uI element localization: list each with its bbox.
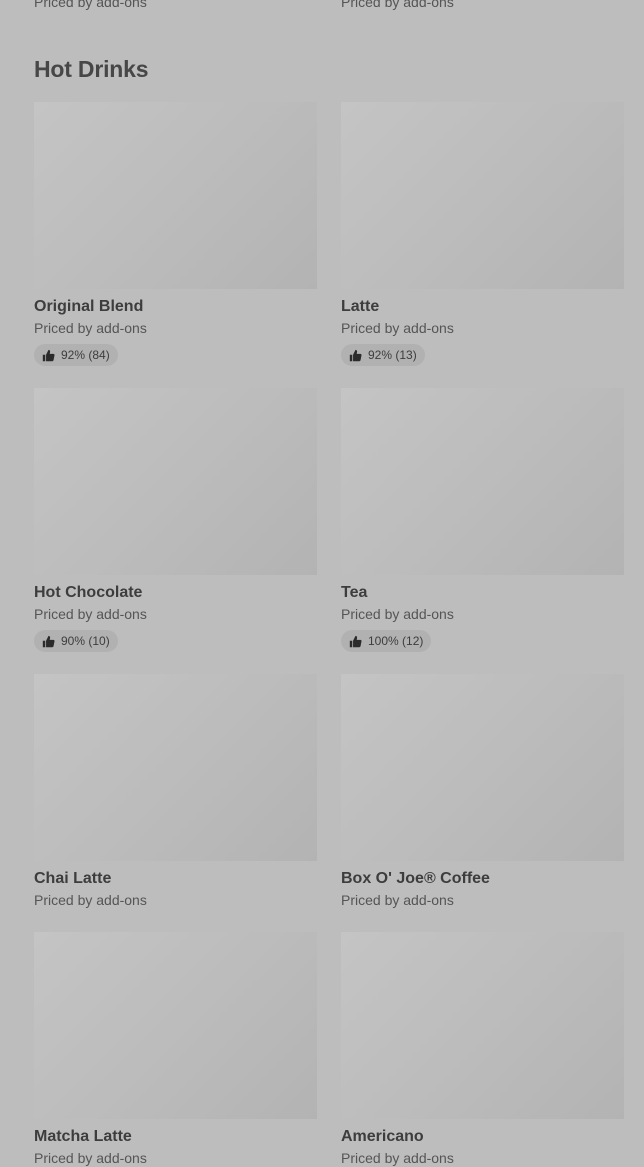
- item-image: [34, 932, 317, 1119]
- rating-text: 92% (13): [368, 348, 417, 362]
- section-title: Hot Drinks: [34, 56, 149, 82]
- item-price: Priced by add-ons: [34, 1150, 147, 1166]
- item-name: Matcha Latte: [34, 1128, 132, 1145]
- menu-item-card[interactable]: Original Blend Priced by add-ons 92% (84…: [34, 102, 317, 367]
- item-price: Priced by add-ons: [34, 320, 147, 336]
- thumbs-up-icon: [349, 635, 362, 647]
- rating-badge: 90% (10): [34, 630, 118, 652]
- rating-badge: 100% (12): [341, 630, 432, 652]
- item-name: Chai Latte: [34, 870, 112, 887]
- menu-item-card[interactable]: Tea Priced by add-ons 100% (12): [341, 388, 624, 653]
- rating-badge: 92% (84): [34, 344, 118, 366]
- previous-section-prices: Priced by add-ons Priced by add-ons: [34, 0, 624, 14]
- menu-item-card[interactable]: Americano Priced by add-ons: [341, 932, 624, 1167]
- item-image: [341, 102, 624, 289]
- item-price: Priced by add-ons: [341, 1150, 454, 1166]
- menu-item-card[interactable]: Latte Priced by add-ons 92% (13): [341, 102, 624, 367]
- rating-text: 92% (84): [61, 348, 110, 362]
- rating-text: 100% (12): [368, 634, 424, 648]
- item-name: Box O' Joe® Coffee: [341, 870, 490, 887]
- item-name: Americano: [341, 1128, 424, 1145]
- item-image: [341, 932, 624, 1119]
- item-name: Latte: [341, 298, 380, 315]
- item-image: [34, 388, 317, 575]
- rating-badge: 92% (13): [341, 344, 425, 366]
- menu-item-card[interactable]: Chai Latte Priced by add-ons: [34, 674, 317, 909]
- item-price: Priced by add-ons: [341, 0, 454, 10]
- item-image: [34, 674, 317, 861]
- item-image: [34, 102, 317, 289]
- item-name: Original Blend: [34, 298, 144, 315]
- item-image: [341, 388, 624, 575]
- item-price: Priced by add-ons: [341, 320, 454, 336]
- menu-item-card[interactable]: Box O' Joe® Coffee Priced by add-ons: [341, 674, 624, 909]
- item-price: Priced by add-ons: [34, 0, 147, 10]
- item-price: Priced by add-ons: [341, 606, 454, 622]
- menu-item-card[interactable]: Matcha Latte Priced by add-ons: [34, 932, 317, 1167]
- item-price: Priced by add-ons: [341, 892, 454, 908]
- rating-text: 90% (10): [61, 634, 110, 648]
- thumbs-up-icon: [42, 635, 55, 647]
- menu-item-card[interactable]: Hot Chocolate Priced by add-ons 90% (10): [34, 388, 317, 653]
- item-name: Tea: [341, 584, 368, 601]
- thumbs-up-icon: [349, 349, 362, 361]
- item-price: Priced by add-ons: [34, 606, 147, 622]
- item-price: Priced by add-ons: [34, 892, 147, 908]
- thumbs-up-icon: [42, 349, 55, 361]
- item-image: [341, 674, 624, 861]
- item-name: Hot Chocolate: [34, 584, 143, 601]
